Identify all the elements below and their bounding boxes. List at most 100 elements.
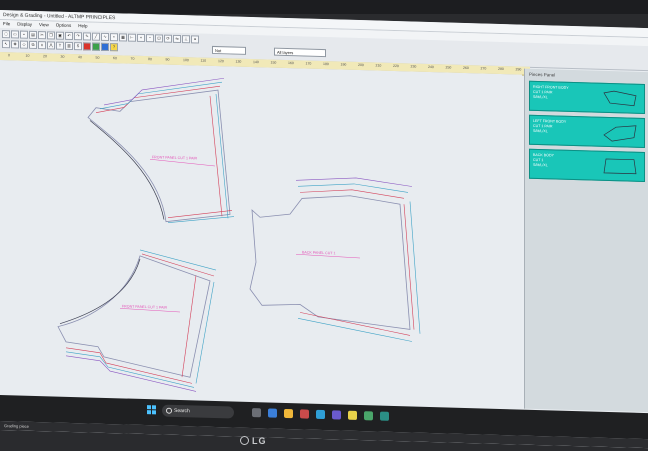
app-icon[interactable] bbox=[300, 409, 309, 419]
new-file-button[interactable]: □ bbox=[2, 30, 10, 39]
redo-button[interactable]: ↷ bbox=[74, 32, 82, 41]
measure-button[interactable]: ⊢ bbox=[128, 33, 136, 42]
print-button[interactable]: ▤ bbox=[29, 30, 37, 40]
edge-icon[interactable] bbox=[316, 409, 325, 420]
color-red-button[interactable] bbox=[83, 42, 91, 51]
windows-start-icon[interactable] bbox=[147, 405, 157, 415]
lg-circle-icon bbox=[240, 436, 249, 445]
piece-card-text: LEFT FRONT BODY CUT 1 PAIR S/M/L/XL bbox=[533, 118, 567, 134]
taskbar-search[interactable]: Search bbox=[162, 404, 234, 419]
layer-select[interactable]: All layers bbox=[274, 47, 326, 58]
search-icon bbox=[166, 407, 172, 414]
monitor-brand-logo: LG bbox=[240, 436, 267, 446]
ruler-tick: 280 bbox=[498, 66, 504, 72]
folder-icon[interactable] bbox=[348, 410, 357, 420]
pattern-piece-front-bottom[interactable]: FRONT PANEL CUT 1 PAIR bbox=[57, 248, 217, 392]
layer-tool-button[interactable]: ▥ bbox=[65, 41, 73, 51]
piece-label-back: BACK PANEL CUT 1 bbox=[302, 250, 335, 255]
ruler-tick: 170 bbox=[305, 61, 312, 66]
ruler-tick: 140 bbox=[253, 60, 259, 65]
copy-button[interactable]: ❐ bbox=[47, 31, 55, 40]
monitor-brand-text: LG bbox=[252, 436, 267, 446]
point-tool-button[interactable]: • bbox=[110, 33, 118, 42]
color-blue-button[interactable] bbox=[101, 42, 109, 52]
line-tool-button[interactable]: ╱ bbox=[92, 32, 100, 41]
mirror-button[interactable]: ⇋ bbox=[173, 34, 181, 44]
ruler-tick: 50 bbox=[95, 55, 100, 60]
ruler-tick: 210 bbox=[375, 63, 382, 68]
design-app-icon[interactable] bbox=[364, 411, 373, 421]
piece-card-back[interactable]: BACK BODY CUT 1 S/M/L/XL bbox=[529, 148, 645, 183]
ruler-tick: 60 bbox=[113, 56, 117, 61]
seam-tool-button[interactable]: ⧉ bbox=[29, 40, 37, 50]
text-tool-button[interactable]: T bbox=[56, 41, 64, 50]
ruler-tick: 110 bbox=[200, 58, 207, 63]
ruler-tick: 290 bbox=[515, 67, 522, 72]
ruler-tick: 130 bbox=[235, 59, 242, 64]
ruler-tick: 270 bbox=[480, 66, 487, 71]
piece-label-front-top: FRONT PANEL CUT 1 PAIR bbox=[152, 155, 198, 160]
ruler-tick: 90 bbox=[165, 57, 170, 62]
ruler-tick: 220 bbox=[393, 63, 399, 69]
taskbar-search-label: Search bbox=[174, 407, 190, 415]
dart-tool-button[interactable]: ∧ bbox=[38, 41, 46, 50]
ruler-tick: 200 bbox=[358, 62, 364, 68]
undo-button[interactable]: ↶ bbox=[65, 31, 73, 41]
pencil-tool-button[interactable]: ✎ bbox=[83, 32, 91, 41]
pleat-tool-button[interactable]: ⋀ bbox=[47, 41, 55, 50]
piece-tool-button[interactable]: ◇ bbox=[20, 40, 28, 49]
pattern-drawing: FRONT PANEL CUT 1 PAIR FRONT PANEL CUT 1… bbox=[57, 74, 421, 392]
drawing-canvas[interactable]: FRONT PANEL CUT 1 PAIR FRONT PANEL CUT 1… bbox=[0, 60, 522, 410]
color-green-button[interactable] bbox=[92, 42, 100, 51]
help-icon[interactable]: ? bbox=[110, 43, 118, 52]
ruler-tick: 230 bbox=[410, 64, 417, 69]
ruler-tick: 120 bbox=[218, 59, 224, 64]
menu-file[interactable]: File bbox=[3, 20, 10, 28]
size-select[interactable]: Not bbox=[212, 45, 246, 55]
ruler-tick: 260 bbox=[463, 65, 469, 71]
ruler-tick: 150 bbox=[270, 60, 277, 65]
move-tool-button[interactable]: ✥ bbox=[11, 40, 19, 49]
cut-button[interactable]: ✂ bbox=[38, 31, 46, 40]
curve-tool-button[interactable]: ∿ bbox=[101, 32, 109, 42]
size-tool-button[interactable]: S bbox=[74, 42, 82, 51]
ruler-tick: 100 bbox=[183, 58, 189, 63]
menu-help[interactable]: Help bbox=[78, 22, 87, 30]
ruler-tick: 180 bbox=[323, 62, 329, 67]
zoom-out-button[interactable]: − bbox=[146, 34, 154, 43]
ruler-tick: 240 bbox=[428, 64, 434, 70]
grid-button[interactable]: ▦ bbox=[119, 33, 127, 42]
ruler-tick: 70 bbox=[130, 56, 135, 61]
paste-button[interactable]: ▣ bbox=[56, 31, 64, 40]
ruler-tick: 160 bbox=[288, 61, 294, 66]
open-file-button[interactable]: ▭ bbox=[11, 30, 19, 39]
piece-card-right-front[interactable]: RIGHT FRONT BODY CUT 1 PAIR S/M/L/XL bbox=[529, 80, 645, 115]
task-view-icon[interactable] bbox=[252, 408, 261, 418]
pattern-piece-front-top[interactable]: FRONT PANEL CUT 1 PAIR bbox=[87, 74, 235, 224]
zoom-in-button[interactable]: + bbox=[137, 33, 145, 43]
ruler-tick: 0 bbox=[8, 53, 10, 58]
notch-button[interactable]: ⊥ bbox=[182, 35, 190, 44]
piece-card-text: BACK BODY CUT 1 S/M/L/XL bbox=[533, 152, 554, 168]
grade-button[interactable]: ≡ bbox=[191, 35, 199, 44]
store-icon[interactable] bbox=[332, 410, 341, 420]
save-button[interactable]: ▪ bbox=[20, 30, 28, 39]
toolbar-row-2: ↖ ✥ ◇ ⧉ ∧ ⋀ T ▥ S ? bbox=[2, 40, 118, 53]
rotate-button[interactable]: ⟳ bbox=[164, 34, 172, 43]
widgets-icon[interactable] bbox=[268, 408, 277, 418]
piece-card-left-front[interactable]: LEFT FRONT BODY CUT 1 PAIR S/M/L/XL bbox=[529, 114, 645, 149]
ruler-tick: 10 bbox=[25, 53, 30, 58]
file-explorer-icon[interactable] bbox=[284, 408, 293, 419]
ruler-tick: 30 bbox=[60, 54, 65, 59]
piece-thumbnail bbox=[603, 125, 637, 142]
piece-thumbnail bbox=[603, 158, 637, 175]
select-tool-button[interactable]: ↖ bbox=[2, 40, 10, 49]
ruler-tick: 40 bbox=[78, 55, 82, 60]
pieces-panel: Pieces Panel RIGHT FRONT BODY CUT 1 PAIR… bbox=[524, 68, 648, 413]
zoom-fit-button[interactable]: ⊡ bbox=[155, 34, 163, 43]
pattern-piece-back[interactable]: BACK PANEL CUT 1 bbox=[249, 175, 421, 342]
menu-view[interactable]: View bbox=[39, 21, 49, 29]
piece-thumbnail bbox=[603, 90, 637, 107]
grading-app-icon[interactable] bbox=[380, 411, 389, 421]
ruler-tick: 80 bbox=[148, 57, 152, 62]
